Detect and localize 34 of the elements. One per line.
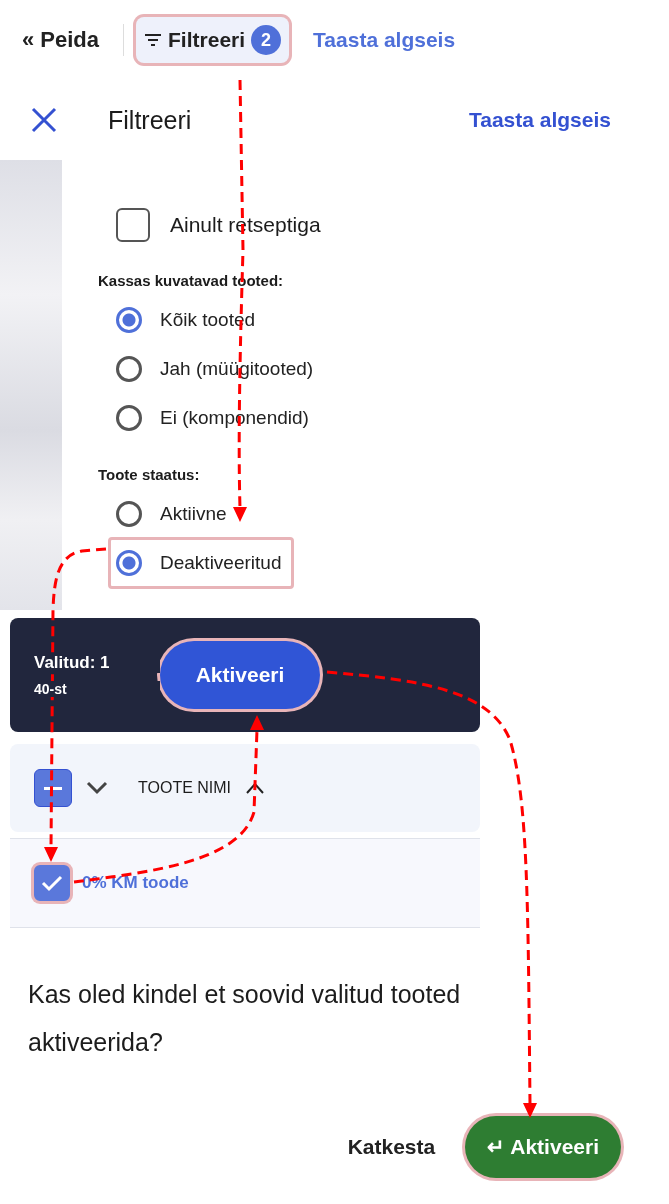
radio-label: Aktiivne — [160, 503, 227, 525]
radio-button[interactable] — [116, 501, 142, 527]
checkbox[interactable] — [116, 208, 150, 242]
panel-title: Filtreeri — [108, 105, 192, 135]
hide-button[interactable]: « Peida — [22, 27, 100, 53]
check-icon — [41, 874, 63, 892]
select-all-checkbox[interactable] — [34, 769, 72, 807]
total-count: 40-st — [34, 681, 160, 697]
radio-label: Deaktiveeritud — [160, 552, 282, 574]
filter-icon — [144, 33, 163, 47]
group-heading: Toote staatus: — [98, 466, 201, 483]
row-checkbox[interactable] — [34, 865, 70, 901]
group-heading: Kassas kuvatavad tooted: — [98, 272, 285, 289]
radio-button[interactable] — [116, 405, 142, 431]
confirm-question: Kas oled kindel et soovid valitud tooted aktiveerida? — [28, 979, 462, 1058]
reset-link[interactable]: Taasta algseis — [313, 28, 456, 52]
sort-up-icon[interactable] — [245, 781, 266, 795]
count-badge: 2 — [251, 25, 282, 55]
filter-button[interactable]: Filtreeri 2 — [136, 17, 290, 63]
chevron-down-icon[interactable] — [86, 781, 108, 795]
column-heading[interactable]: TOOTE NIMI — [138, 779, 232, 797]
cancel-button[interactable]: Katkesta — [341, 1134, 442, 1160]
checkbox-label: Ainult retseptiga — [170, 213, 321, 237]
radio-button[interactable] — [116, 307, 142, 333]
radio-label: Jah (müügitooted) — [160, 358, 314, 380]
reset-link[interactable]: Taasta algseis — [468, 108, 611, 132]
confirm-button[interactable]: ↵ Aktiveeri — [465, 1116, 621, 1178]
radio-button[interactable] — [116, 550, 142, 576]
radio-button[interactable] — [116, 356, 142, 382]
radio-label: Kõik tooted — [160, 309, 256, 331]
selected-count: Valitud: 1 — [34, 653, 160, 673]
close-icon[interactable] — [30, 106, 58, 134]
radio-label: Ei (komponendid) — [160, 407, 309, 429]
activate-button[interactable]: Aktiveeri — [160, 641, 320, 709]
